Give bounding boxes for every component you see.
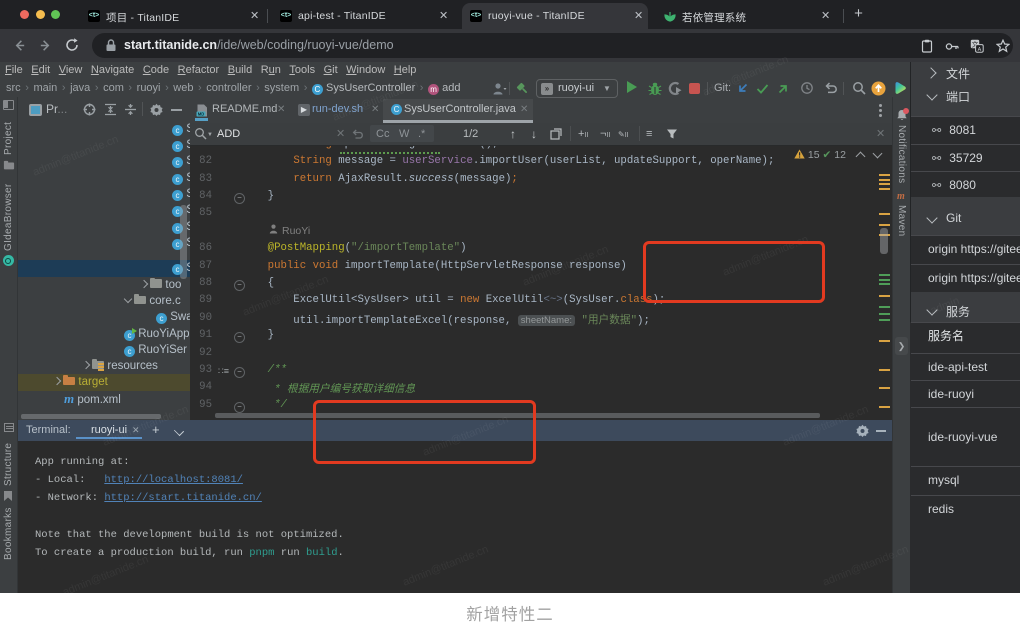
svg-text:MD: MD [198, 111, 205, 116]
svg-text:A: A [978, 47, 982, 53]
